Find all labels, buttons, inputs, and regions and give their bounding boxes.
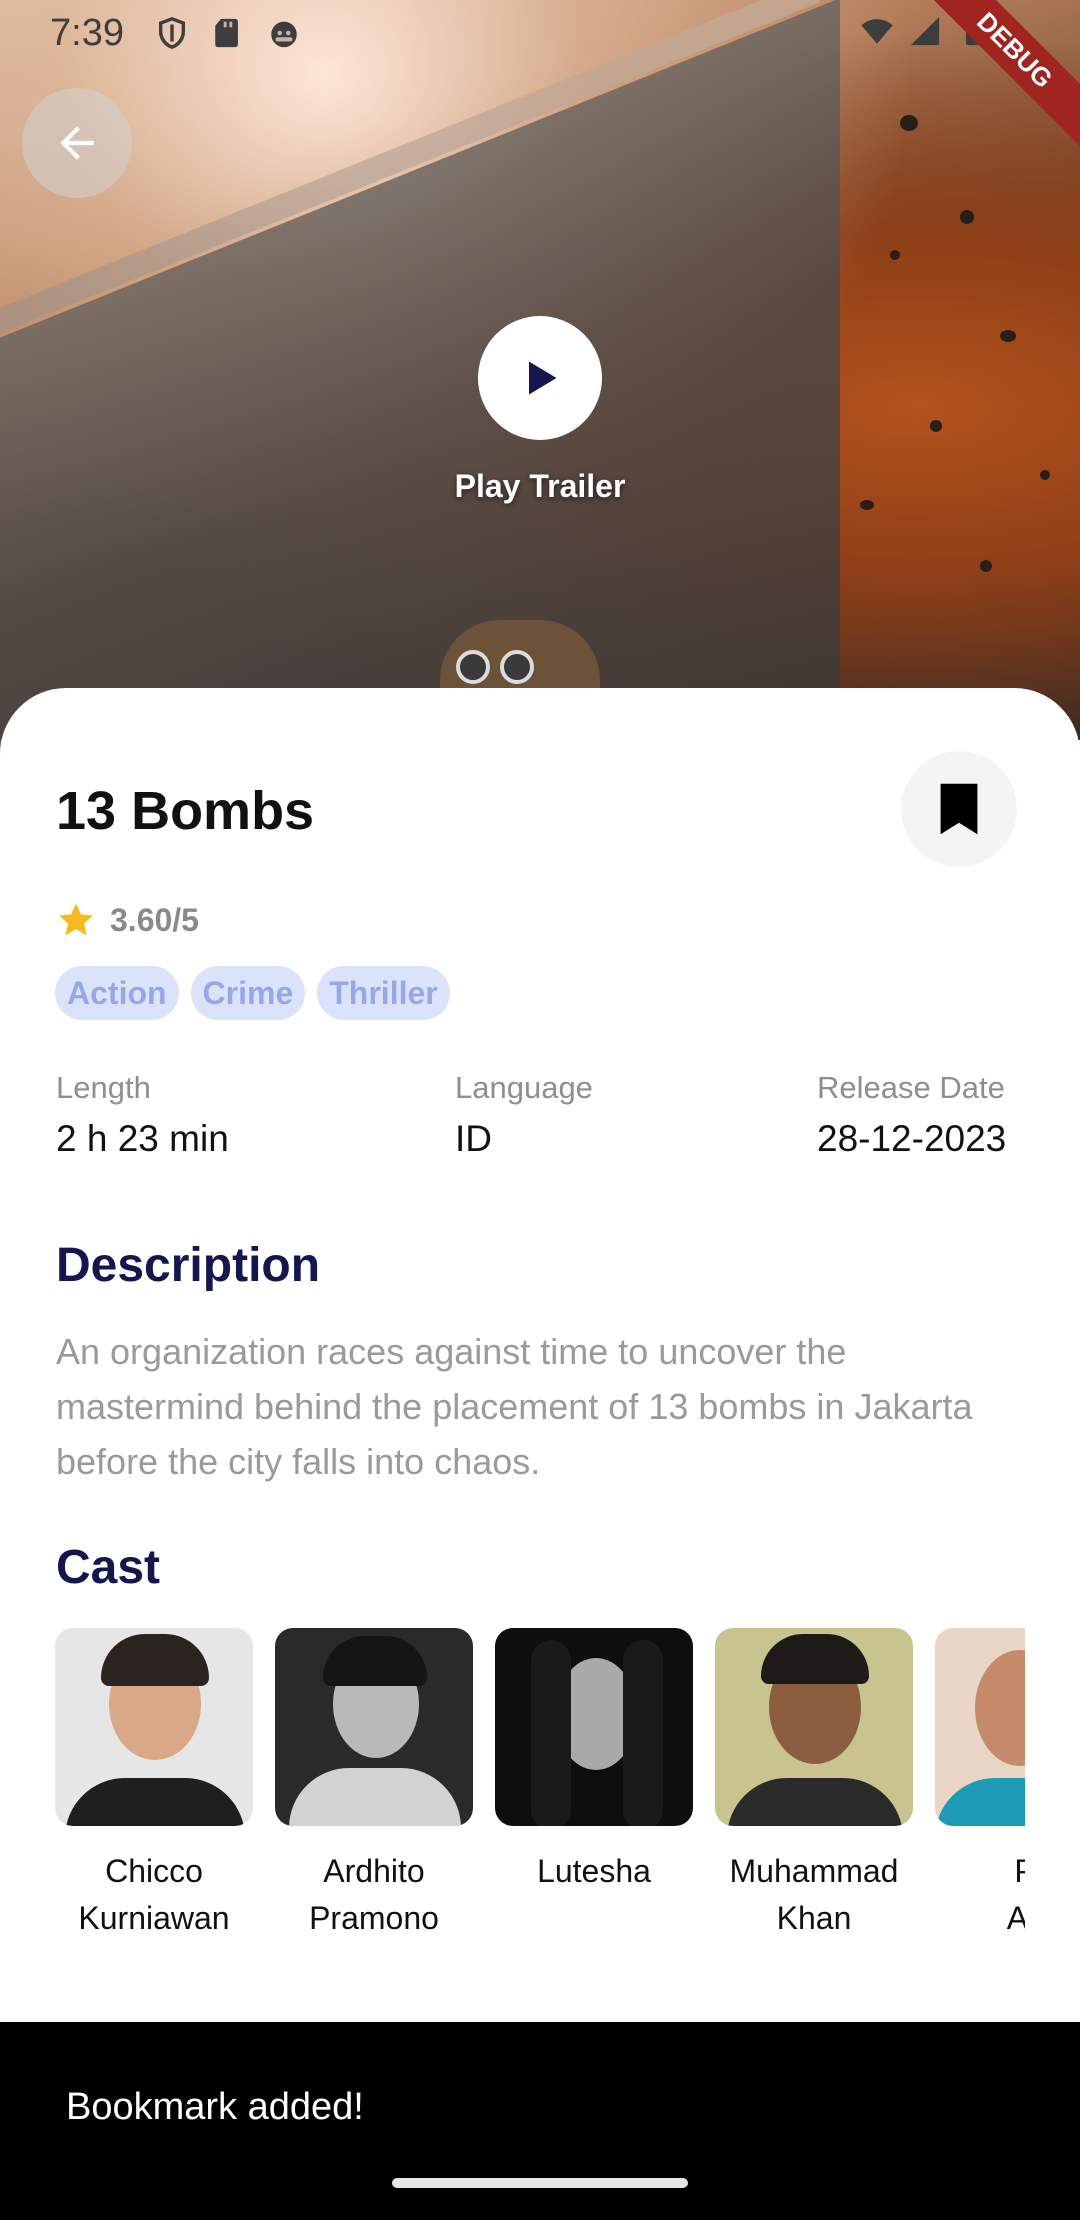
genre-chip[interactable]: Crime — [190, 966, 306, 1020]
length-value: 2 h 23 min — [56, 1118, 229, 1159]
status-bar: 7:39 DEBUG — [0, 0, 1080, 147]
rating-value: 3.60/5 — [110, 901, 199, 938]
language-value: ID — [455, 1118, 492, 1159]
debris — [930, 420, 942, 432]
snackbar-message: Bookmark added! — [66, 2086, 364, 2128]
android-face-icon — [271, 21, 297, 48]
description-text: An organization races against time to un… — [56, 1331, 973, 1482]
cast-name: Muhammad Khan — [729, 1853, 899, 1936]
debris — [980, 560, 992, 572]
language-info: Language ID — [455, 1070, 593, 1160]
star-icon — [59, 903, 93, 936]
length-label: Length — [56, 1070, 151, 1105]
arrow-back-icon — [60, 126, 94, 160]
cast-item[interactable]: Chicco Kurniawan — [55, 1628, 253, 1942]
cast-photo — [275, 1628, 473, 1826]
cast-photo — [55, 1628, 253, 1826]
cast-name: Chicco Kurniawan — [78, 1853, 230, 1936]
cast-photo — [715, 1628, 913, 1826]
play-trailer-button[interactable] — [478, 316, 602, 440]
status-icons-left — [155, 16, 301, 50]
release-value: 28-12-2023 — [817, 1118, 1007, 1159]
language-label: Language — [455, 1070, 593, 1105]
cast-item[interactable]: PuAyu — [935, 1628, 1025, 1942]
description-heading: Description — [56, 1239, 321, 1292]
cell-signal-icon — [910, 16, 940, 46]
debris — [1000, 330, 1016, 342]
movie-title: 13 Bombs — [56, 781, 315, 841]
details-sheet: 13 Bombs 3.60/5 Action Crime Thriller Le… — [0, 688, 1080, 2028]
cast-name: Ardhito Pramono — [309, 1853, 439, 1936]
home-indicator[interactable] — [392, 2178, 688, 2188]
length-info: Length 2 h 23 min — [56, 1070, 229, 1160]
bookmark-icon — [940, 783, 978, 835]
shield-icon — [158, 17, 186, 49]
wifi-icon — [861, 19, 893, 44]
cast-name: PuAyu — [1006, 1853, 1025, 1936]
back-button[interactable] — [22, 88, 132, 198]
goggle-lens — [456, 650, 490, 684]
cast-heading: Cast — [56, 1541, 161, 1594]
bookmark-button[interactable] — [901, 751, 1017, 867]
rating: 3.60/5 — [56, 900, 199, 940]
cast-photo — [935, 1628, 1025, 1826]
release-info: Release Date 28-12-2023 — [817, 1070, 1006, 1160]
cast-item[interactable]: Ardhito Pramono — [275, 1628, 473, 1942]
debris — [960, 210, 974, 224]
play-trailer-label[interactable]: Play Trailer — [0, 468, 1080, 505]
play-icon — [529, 361, 557, 395]
sd-card-icon — [215, 18, 238, 48]
genre-list: Action Crime Thriller — [55, 966, 450, 1020]
debris — [890, 250, 900, 260]
cast-name: Lutesha — [537, 1853, 651, 1889]
cast-photo — [495, 1628, 693, 1826]
genre-chip[interactable]: Thriller — [317, 966, 450, 1020]
snackbar: Bookmark added! — [0, 2022, 1080, 2220]
cast-list[interactable]: ChiccoKurniawan ArdhitoPramono Lutesha — [55, 1628, 1025, 1948]
status-time: 7:39 — [50, 12, 124, 54]
debris — [900, 115, 918, 131]
cast-item[interactable]: Lutesha — [495, 1628, 693, 1895]
genre-chip[interactable]: Action — [55, 966, 179, 1020]
release-label: Release Date — [817, 1070, 1005, 1105]
cast-item[interactable]: Muhammad Khan — [715, 1628, 913, 1942]
goggle-lens — [500, 650, 534, 684]
